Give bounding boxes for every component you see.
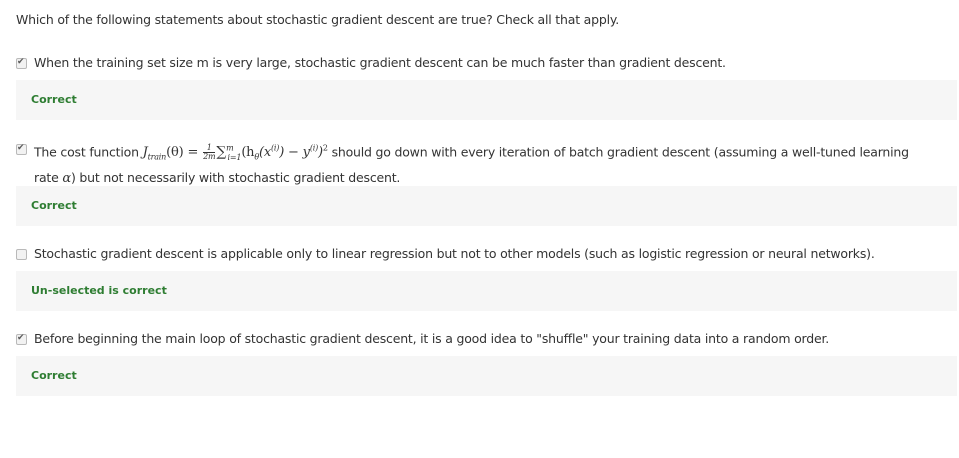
cost-function-formula: Jtrain(θ) = 1 2m ∑mi=1(hθ(x(i)) − y(i))2 [142,143,328,162]
option-3-feedback: Un-selected is correct [16,271,957,311]
option-4-label: Before beginning the main loop of stocha… [34,331,830,346]
option-4-checkbox[interactable]: ✔ [16,333,27,345]
option-3-feedback-text: Un-selected is correct [31,284,167,297]
alpha-symbol: α [62,170,71,186]
checkmark-icon: ✔ [17,57,25,67]
option-1[interactable]: ✔ When the training set size m is very l… [16,53,936,73]
question-text: Which of the following statements about … [16,12,620,27]
option-2-feedback-text: Correct [31,199,77,212]
checkmark-icon: ✔ [17,143,25,153]
option-2-text-suffix-2b: ) but not necessarily with stochastic gr… [70,169,401,185]
option-4-feedback: Correct [16,356,957,396]
option-2[interactable]: ✔ The cost function Jtrain(θ) = 1 2m ∑mi=1… [16,139,936,189]
option-3-label: Stochastic gradient descent is applicabl… [34,246,875,261]
option-2-label: The cost function Jtrain(θ) = 1 2m ∑mi=1(h… [34,139,936,189]
option-1-checkbox[interactable]: ✔ [16,57,27,69]
option-2-text-prefix: The cost function [34,144,139,160]
option-1-feedback: Correct [16,80,957,120]
option-1-label: When the training set size m is very lar… [34,55,726,70]
option-3-checkbox[interactable] [16,249,27,260]
option-2-feedback: Correct [16,186,957,226]
option-2-text-suffix-1: should go down with every iteration of b… [331,144,910,160]
option-1-feedback-text: Correct [31,93,77,106]
option-2-checkbox[interactable]: ✔ [16,143,27,155]
option-2-text-suffix-2a: rate [34,169,59,185]
checkmark-icon: ✔ [17,333,25,343]
option-3[interactable]: Stochastic gradient descent is applicabl… [16,244,936,264]
option-4-feedback-text: Correct [31,369,77,382]
option-4[interactable]: ✔ Before beginning the main loop of stoc… [16,329,936,349]
